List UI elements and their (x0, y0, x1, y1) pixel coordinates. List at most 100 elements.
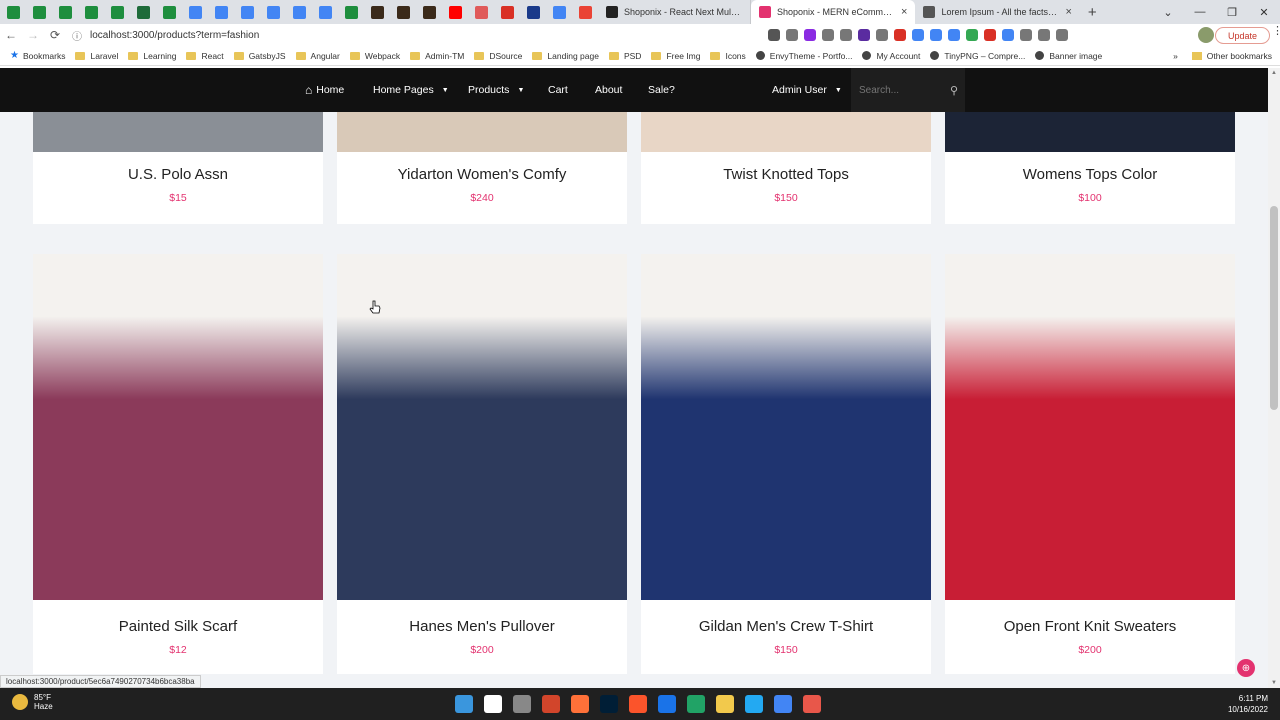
floating-action-button[interactable]: ⊕ (1237, 659, 1255, 677)
extension-icon[interactable] (858, 29, 870, 41)
address-bar[interactable]: ⓘ localhost:3000/products?term=fashion (72, 28, 752, 43)
extension-icon[interactable] (948, 29, 960, 41)
pinned-tab[interactable] (234, 0, 260, 24)
product-image[interactable] (945, 254, 1235, 600)
taskbar-app-icon[interactable] (629, 695, 647, 713)
profile-avatar[interactable] (1198, 27, 1214, 43)
close-tab-icon[interactable]: × (901, 6, 907, 18)
product-image[interactable] (33, 112, 323, 152)
pinned-tab[interactable] (390, 0, 416, 24)
nav-cart[interactable]: Cart (548, 68, 568, 112)
restore-button[interactable]: ❐ (1216, 6, 1248, 19)
pinned-tab[interactable] (286, 0, 312, 24)
extension-icon[interactable] (786, 29, 798, 41)
close-tab-icon[interactable]: × (1065, 6, 1071, 18)
product-name[interactable]: U.S. Polo Assn (33, 166, 323, 183)
search-input[interactable] (859, 84, 944, 96)
bookmark-item[interactable]: Webpack (349, 51, 400, 61)
nav-about[interactable]: About (595, 68, 622, 112)
extension-icon[interactable] (1002, 29, 1014, 41)
extension-icon[interactable] (840, 29, 852, 41)
tab-search-icon[interactable]: ⌄ (1152, 6, 1184, 19)
close-window-button[interactable]: ✕ (1248, 6, 1280, 19)
taskbar-app-icon[interactable] (745, 695, 763, 713)
pinned-tab[interactable] (260, 0, 286, 24)
pinned-tab[interactable] (572, 0, 598, 24)
product-name[interactable]: Twist Knotted Tops (641, 166, 931, 183)
weather-widget[interactable]: 85°F Haze (12, 693, 53, 711)
pinned-tab[interactable] (78, 0, 104, 24)
product-name[interactable]: Gildan Men's Crew T-Shirt (641, 618, 931, 635)
bookmark-item[interactable]: Laravel (75, 51, 118, 61)
bookmark-item[interactable]: ★ Bookmarks (10, 50, 65, 61)
taskbar-app-icon[interactable] (803, 695, 821, 713)
product-image[interactable] (945, 112, 1235, 152)
nav-home[interactable]: ⌂ Home (305, 68, 344, 112)
forward-button[interactable]: → (22, 28, 44, 42)
nav-home-pages[interactable]: Home Pages ▼ (373, 68, 449, 112)
scrollbar-thumb[interactable] (1270, 206, 1278, 410)
product-image[interactable] (641, 112, 931, 152)
taskbar-app-icon[interactable] (484, 695, 502, 713)
pinned-tab[interactable] (546, 0, 572, 24)
bookmark-item[interactable]: Admin-TM (410, 51, 464, 61)
extension-icon[interactable] (1056, 29, 1068, 41)
browser-menu-icon[interactable]: ⋮ (1272, 24, 1280, 37)
taskbar-app-icon[interactable] (687, 695, 705, 713)
taskbar-app-icon[interactable] (455, 695, 473, 713)
taskbar-app-icon[interactable] (658, 695, 676, 713)
pinned-tab[interactable] (156, 0, 182, 24)
tab-shoponix-react[interactable]: Shoponix - React Next Multi Vendor (598, 0, 751, 24)
pinned-tab[interactable] (104, 0, 130, 24)
extension-icon[interactable] (876, 29, 888, 41)
extension-icon[interactable] (966, 29, 978, 41)
pinned-tab[interactable] (312, 0, 338, 24)
extension-icon[interactable] (930, 29, 942, 41)
product-card[interactable]: Open Front Knit Sweaters $200 (945, 254, 1235, 674)
pinned-tab[interactable] (364, 0, 390, 24)
extension-icon[interactable] (984, 29, 996, 41)
pinned-tab[interactable] (338, 0, 364, 24)
taskbar-app-icon[interactable] (571, 695, 589, 713)
page-scrollbar[interactable]: ▲ ▼ (1268, 68, 1280, 688)
pinned-tab[interactable] (182, 0, 208, 24)
new-tab-button[interactable]: + (1088, 4, 1097, 21)
tab-shoponix-mern[interactable]: Shoponix - MERN eCommerce St... × (751, 0, 916, 24)
scroll-up-icon[interactable]: ▲ (1268, 70, 1280, 76)
nav-sale[interactable]: Sale? (648, 68, 675, 112)
extension-icon[interactable] (1020, 29, 1032, 41)
product-card[interactable]: Gildan Men's Crew T-Shirt $150 (641, 254, 931, 674)
pinned-tab[interactable] (130, 0, 156, 24)
extension-icon[interactable] (822, 29, 834, 41)
taskbar-app-icon[interactable] (542, 695, 560, 713)
pinned-tab[interactable] (416, 0, 442, 24)
search-icon[interactable]: ⚲ (950, 84, 958, 97)
bookmark-item[interactable]: Learning (128, 51, 176, 61)
scroll-down-icon[interactable]: ▼ (1268, 680, 1280, 686)
pinned-tab[interactable] (26, 0, 52, 24)
product-name[interactable]: Hanes Men's Pullover (337, 618, 627, 635)
product-name[interactable]: Womens Tops Color (945, 166, 1235, 183)
nav-admin-user[interactable]: Admin User ▼ (772, 68, 842, 112)
bookmark-item[interactable]: My Account (862, 51, 920, 61)
back-button[interactable]: ← (0, 28, 22, 42)
extension-icon[interactable] (1038, 29, 1050, 41)
product-image[interactable] (33, 254, 323, 600)
bookmark-item[interactable]: Icons (710, 51, 746, 61)
pinned-tab[interactable] (468, 0, 494, 24)
extension-icon[interactable] (894, 29, 906, 41)
product-card[interactable]: U.S. Polo Assn $15 (33, 112, 323, 224)
bookmark-item[interactable]: PSD (608, 51, 641, 61)
bookmark-item[interactable]: DSource (474, 51, 522, 61)
pinned-tab[interactable] (494, 0, 520, 24)
taskbar-app-icon[interactable] (716, 695, 734, 713)
nav-products[interactable]: Products ▼ (468, 68, 524, 112)
pinned-tab[interactable] (0, 0, 26, 24)
bookmark-item[interactable]: React (186, 51, 224, 61)
product-name[interactable]: Painted Silk Scarf (33, 618, 323, 635)
extension-icon[interactable] (768, 29, 780, 41)
pinned-tab[interactable] (520, 0, 546, 24)
site-info-icon[interactable]: ⓘ (72, 28, 82, 43)
bookmarks-overflow-icon[interactable]: » (1173, 51, 1178, 61)
product-card[interactable]: Yidarton Women's Comfy $240 (337, 112, 627, 224)
